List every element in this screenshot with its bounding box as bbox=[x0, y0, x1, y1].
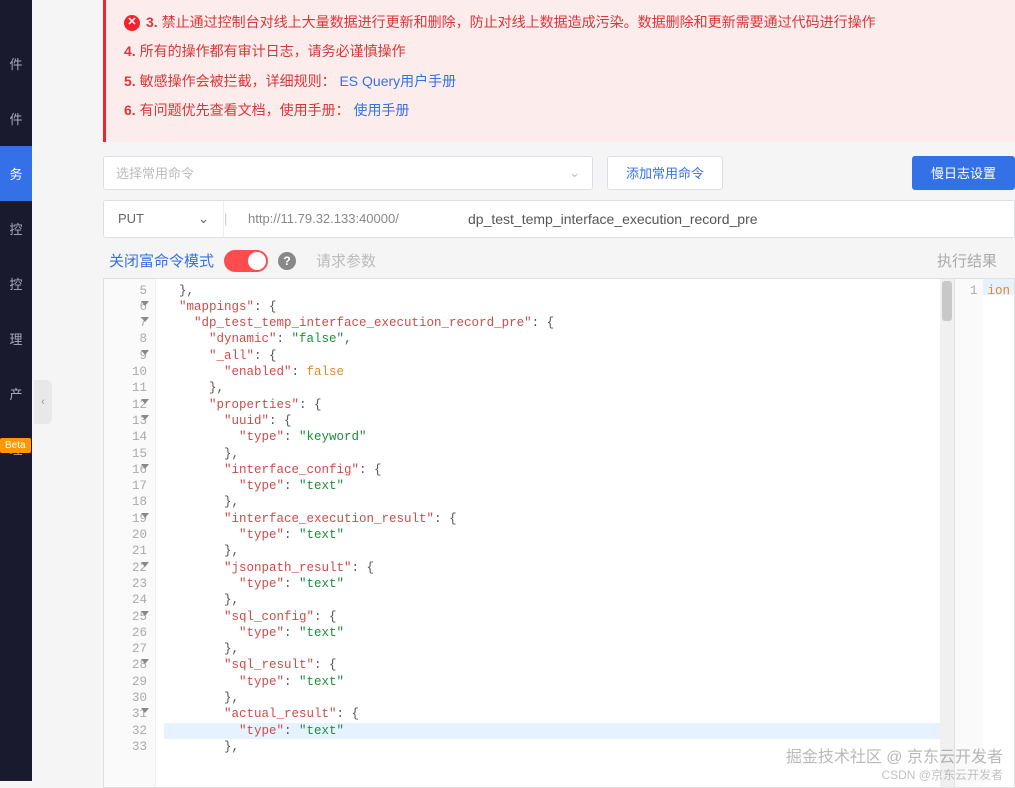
notice-item: 5. 敏感操作会被拦截，详细规则： ES Query用户手册 bbox=[124, 67, 997, 96]
code-line[interactable]: }, bbox=[164, 283, 940, 299]
code-line[interactable]: "type": "keyword" bbox=[164, 429, 940, 445]
notice-item: 4. 所有的操作都有审计日志，请务必谨慎操作 bbox=[124, 37, 997, 66]
code-line[interactable]: "_all": { bbox=[164, 348, 940, 364]
sidebar-item-6[interactable]: 理 bbox=[0, 311, 32, 366]
base-url: http://11.79.32.133:40000/ bbox=[234, 201, 454, 237]
editor-container: 5678910111213141516171819202122232425262… bbox=[103, 278, 1015, 788]
request-editor[interactable]: 5678910111213141516171819202122232425262… bbox=[104, 279, 954, 787]
code-line[interactable]: "type": "text" bbox=[164, 576, 940, 592]
notice-item: ✕3. 禁止通过控制台对线上大量数据进行更新和删除，防止对线上数据造成污染。数据… bbox=[124, 8, 997, 37]
code-line[interactable]: "interface_execution_result": { bbox=[164, 511, 940, 527]
notice-panel: ✕3. 禁止通过控制台对线上大量数据进行更新和删除，防止对线上数据造成污染。数据… bbox=[103, 0, 1015, 142]
main-content: ✕3. 禁止通过控制台对线上大量数据进行更新和删除，防止对线上数据造成污染。数据… bbox=[55, 0, 1015, 788]
request-params-label: 请求参数 bbox=[316, 250, 376, 271]
code-line[interactable]: "type": "text" bbox=[164, 625, 940, 641]
sidebar-item-7[interactable]: 产 bbox=[0, 366, 32, 421]
command-toolbar: 选择常用命令 ⌄ 添加常用命令 慢日志设置 bbox=[103, 142, 1015, 200]
code-line[interactable]: }, bbox=[164, 641, 940, 657]
rich-mode-label: 关闭富命令模式 bbox=[109, 250, 214, 271]
http-method-select[interactable]: PUT ⌄ bbox=[104, 201, 224, 237]
result-gutter: 1 bbox=[955, 279, 983, 787]
code-line[interactable]: }, bbox=[164, 380, 940, 396]
request-url-bar: PUT ⌄ | http://11.79.32.133:40000/ bbox=[103, 200, 1015, 238]
code-line[interactable]: }, bbox=[164, 739, 940, 755]
code-line[interactable]: "type": "text" bbox=[164, 527, 940, 543]
index-name-input[interactable] bbox=[454, 201, 1014, 237]
sidebar-item-2[interactable]: 件 bbox=[0, 91, 32, 146]
result-pane: 1 ion bbox=[954, 279, 1014, 787]
sidebar-item-3[interactable]: 务 bbox=[0, 146, 32, 201]
code-line[interactable]: }, bbox=[164, 494, 940, 510]
select-command-dropdown[interactable]: 选择常用命令 ⌄ bbox=[103, 156, 593, 190]
code-line[interactable]: }, bbox=[164, 592, 940, 608]
add-command-button[interactable]: 添加常用命令 bbox=[607, 156, 723, 190]
code-line[interactable]: "sql_result": { bbox=[164, 657, 940, 673]
code-line[interactable]: "type": "text" bbox=[164, 674, 940, 690]
help-icon[interactable]: ? bbox=[278, 252, 296, 270]
select-placeholder: 选择常用命令 bbox=[116, 163, 194, 182]
notice-link[interactable]: 使用手册 bbox=[353, 102, 409, 118]
error-icon: ✕ bbox=[124, 15, 140, 31]
beta-badge: Beta bbox=[0, 438, 31, 453]
chevron-down-icon: ⌄ bbox=[198, 211, 209, 227]
sidebar-item-1[interactable]: 件 bbox=[0, 36, 32, 91]
code-line[interactable]: "jsonpath_result": { bbox=[164, 560, 940, 576]
code-line[interactable]: "dp_test_temp_interface_execution_record… bbox=[164, 315, 940, 331]
code-line[interactable]: "actual_result": { bbox=[164, 706, 940, 722]
method-value: PUT bbox=[118, 211, 144, 226]
result-label: 执行结果 bbox=[937, 250, 997, 271]
code-line[interactable]: "uuid": { bbox=[164, 413, 940, 429]
code-line[interactable]: "sql_config": { bbox=[164, 609, 940, 625]
mode-row: 关闭富命令模式 ? 请求参数 执行结果 bbox=[103, 238, 1015, 278]
code-line[interactable]: "enabled": false bbox=[164, 364, 940, 380]
sidebar: 件件务控控理产理 bbox=[0, 0, 32, 781]
chevron-down-icon: ⌄ bbox=[569, 165, 580, 181]
result-code: ion bbox=[983, 279, 1014, 295]
code-area[interactable]: }, "mappings": { "dp_test_temp_interface… bbox=[156, 279, 940, 787]
code-line[interactable]: "properties": { bbox=[164, 397, 940, 413]
code-line[interactable]: }, bbox=[164, 543, 940, 559]
notice-link[interactable]: ES Query用户手册 bbox=[339, 73, 456, 89]
code-line[interactable]: }, bbox=[164, 446, 940, 462]
code-line[interactable]: "dynamic": "false", bbox=[164, 331, 940, 347]
collapse-sidebar-button[interactable]: ‹ bbox=[34, 380, 52, 424]
rich-mode-toggle[interactable] bbox=[224, 250, 268, 272]
code-line[interactable]: "type": "text" bbox=[164, 723, 940, 739]
notice-item: 6. 有问题优先查看文档，使用手册： 使用手册 bbox=[124, 96, 997, 125]
code-line[interactable]: "interface_config": { bbox=[164, 462, 940, 478]
code-line[interactable]: "mappings": { bbox=[164, 299, 940, 315]
line-gutter: 5678910111213141516171819202122232425262… bbox=[104, 279, 156, 787]
slowlog-settings-button[interactable]: 慢日志设置 bbox=[912, 156, 1015, 190]
scrollbar[interactable] bbox=[940, 279, 954, 787]
code-line[interactable]: }, bbox=[164, 690, 940, 706]
sidebar-item-5[interactable]: 控 bbox=[0, 256, 32, 311]
sidebar-item-0[interactable] bbox=[0, 0, 32, 36]
sidebar-item-4[interactable]: 控 bbox=[0, 201, 32, 256]
code-line[interactable]: "type": "text" bbox=[164, 478, 940, 494]
